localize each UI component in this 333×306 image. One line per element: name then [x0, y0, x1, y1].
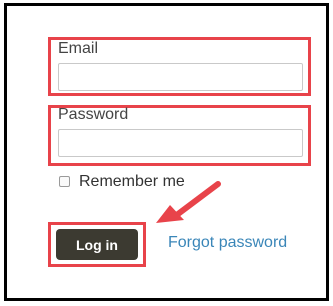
login-button[interactable]: Log in — [56, 229, 138, 260]
password-field[interactable] — [58, 129, 303, 157]
remember-me-checkbox[interactable] — [59, 176, 70, 187]
email-field[interactable] — [58, 63, 303, 91]
email-label: Email — [58, 40, 99, 57]
annotation-arrow-icon — [156, 181, 221, 223]
password-label: Password — [58, 106, 129, 123]
